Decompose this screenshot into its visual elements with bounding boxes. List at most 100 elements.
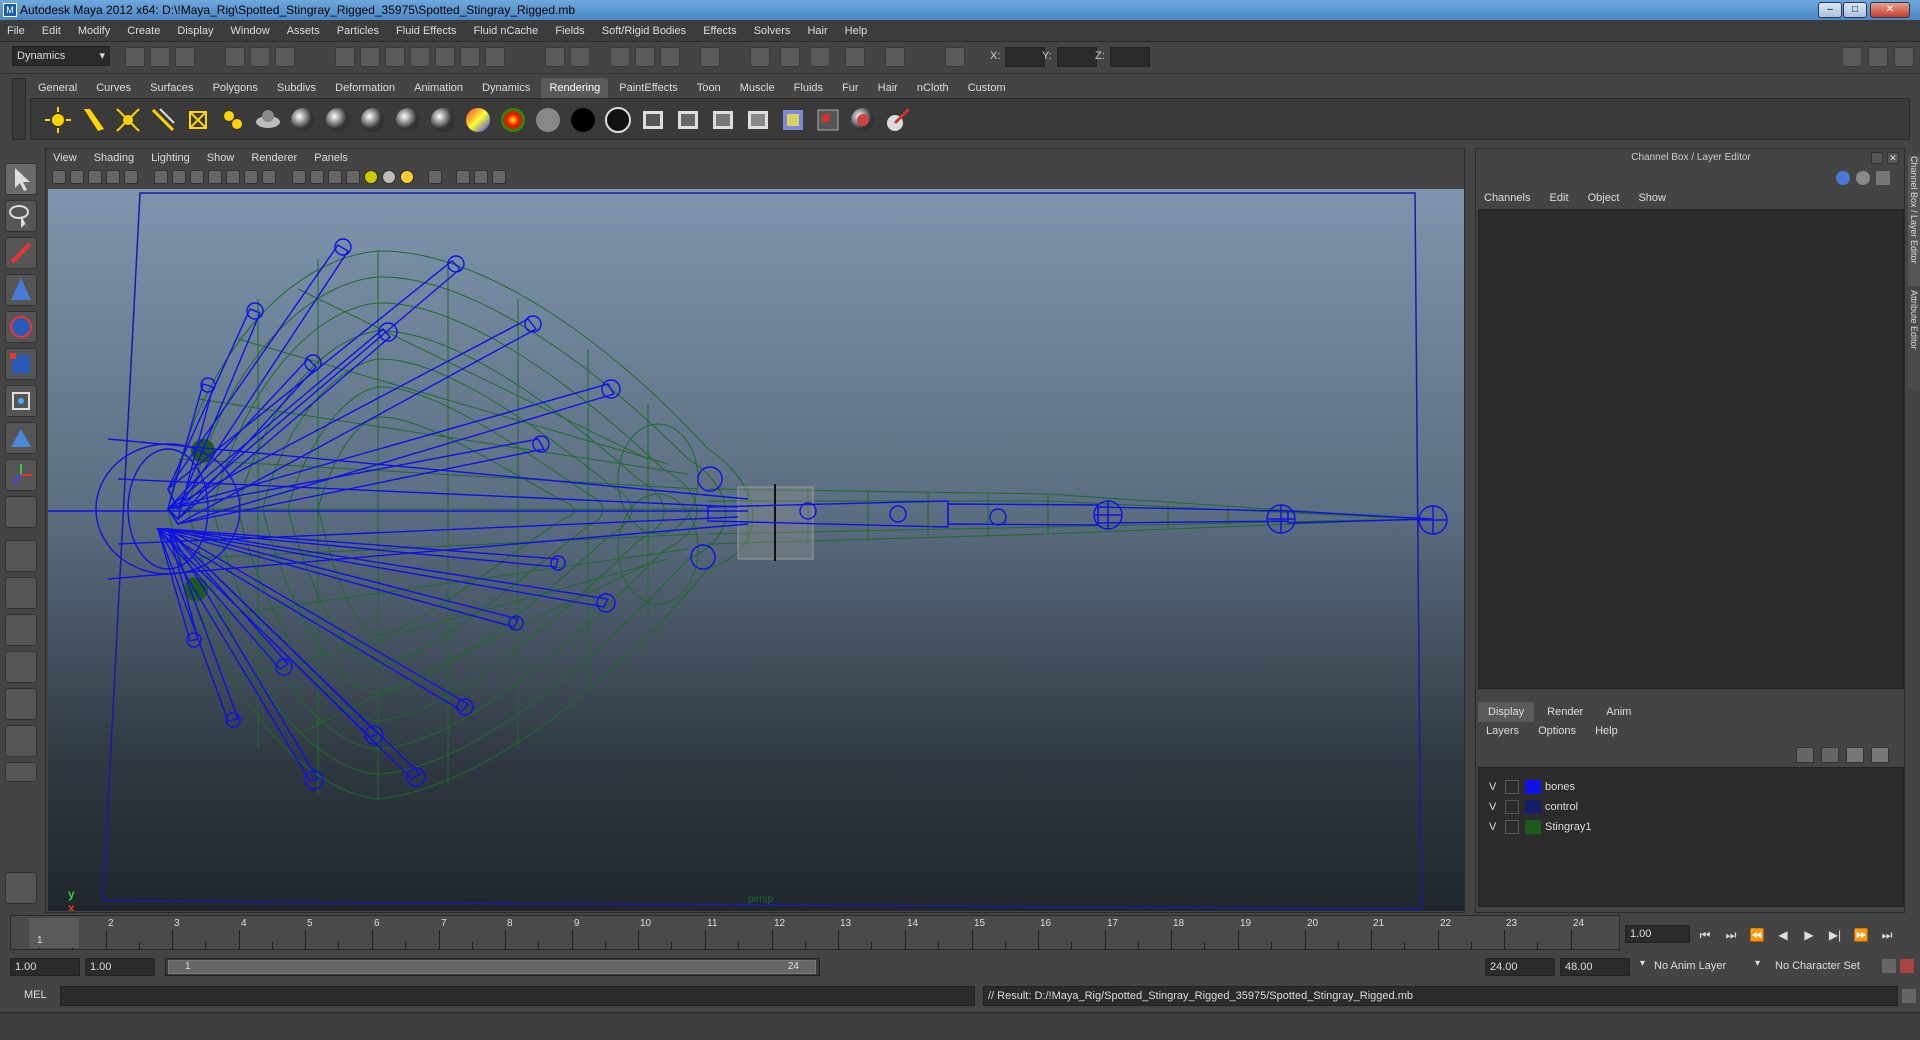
layer-playback-toggle[interactable] <box>1505 820 1519 834</box>
gate-mask-icon[interactable] <box>208 170 222 184</box>
current-frame-marker[interactable]: 1 <box>29 918 79 948</box>
ipr-render-icon[interactable] <box>635 47 655 67</box>
paint-select-tool-icon[interactable] <box>5 237 37 269</box>
layout-more-icon[interactable] <box>5 762 37 782</box>
bookmarks-icon[interactable] <box>88 170 102 184</box>
menu-hair[interactable]: Hair <box>800 20 834 42</box>
vp-menu-view[interactable]: View <box>46 149 84 167</box>
animation-start-field[interactable]: 1.00 <box>10 958 80 976</box>
range-slider-handle[interactable]: 1 24 <box>168 960 816 974</box>
character-set-dropdown[interactable]: ▾ No Character Set <box>1755 958 1880 976</box>
area-light-icon[interactable] <box>113 105 143 135</box>
outliner-icon[interactable] <box>845 47 865 67</box>
batch-render-icon[interactable] <box>708 105 738 135</box>
ambient-light-icon[interactable] <box>218 105 248 135</box>
current-time-field[interactable]: 1.00 <box>1625 925 1690 943</box>
shelf-tab-toon[interactable]: Toon <box>689 78 729 98</box>
render-settings-icon[interactable] <box>813 105 843 135</box>
shelf-tab-fluids[interactable]: Fluids <box>786 78 831 98</box>
shadows-icon[interactable] <box>400 170 414 184</box>
channel-list-area[interactable] <box>1478 209 1904 689</box>
anisotropic-sphere-icon[interactable] <box>393 105 423 135</box>
film-gate-icon[interactable] <box>172 170 186 184</box>
directional-light-icon[interactable] <box>148 105 178 135</box>
make-live-icon[interactable] <box>435 47 455 67</box>
close-button[interactable]: ✕ <box>1870 2 1910 18</box>
new-scene-icon[interactable] <box>125 47 145 67</box>
xray-joints-icon[interactable] <box>474 170 488 184</box>
layer-menu-options[interactable]: Options <box>1530 722 1584 740</box>
maximize-button[interactable]: □ <box>1843 2 1867 18</box>
input-ops-icon[interactable] <box>545 47 565 67</box>
help-icon[interactable] <box>485 47 505 67</box>
playback-end-field[interactable]: 24.00 <box>1485 958 1555 976</box>
layout-graph-persp-icon[interactable] <box>5 651 37 683</box>
field-chart-icon[interactable] <box>226 170 240 184</box>
attribute-editor-icon[interactable] <box>810 47 830 67</box>
layer-color-swatch[interactable] <box>1525 820 1541 834</box>
lasso-tool-icon[interactable] <box>5 200 37 232</box>
cb-menu-edit[interactable]: Edit <box>1542 189 1577 207</box>
history-icon[interactable] <box>460 47 480 67</box>
go-to-end-icon[interactable]: ⏭ <box>1874 925 1900 945</box>
paint-icon[interactable] <box>883 105 913 135</box>
shelf-tab-rendering[interactable]: Rendering <box>541 78 609 98</box>
go-to-start-icon[interactable]: ⏮ <box>1692 925 1718 945</box>
modeling-toolkit-icon[interactable] <box>885 47 905 67</box>
show-hide-attribute-editor-icon[interactable] <box>1868 47 1888 67</box>
close-panel-icon[interactable]: ✕ <box>1887 152 1899 164</box>
phonge-sphere-icon[interactable] <box>358 105 388 135</box>
channel-box-mode-icon[interactable] <box>1836 171 1850 185</box>
use-all-lights-icon[interactable] <box>382 170 396 184</box>
perspective-viewport[interactable]: persp y x <box>48 189 1464 911</box>
layer-visibility-toggle[interactable]: V <box>1489 818 1496 836</box>
snap-point-icon[interactable] <box>385 47 405 67</box>
float-panel-icon[interactable] <box>1871 152 1883 164</box>
menu-window[interactable]: Window <box>224 20 277 42</box>
ramp-shader-icon[interactable] <box>428 105 458 135</box>
use-background-icon[interactable] <box>533 105 563 135</box>
move-tool-icon[interactable] <box>5 274 37 306</box>
select-component-icon[interactable] <box>275 47 295 67</box>
x-coord-field[interactable] <box>1005 47 1045 67</box>
select-tool-icon[interactable] <box>5 163 37 195</box>
maya-app-icon[interactable]: M <box>3 3 17 17</box>
safe-title-icon[interactable] <box>262 170 276 184</box>
grid-icon[interactable] <box>154 170 168 184</box>
shelf-menu-button[interactable] <box>12 78 26 140</box>
menu-edit[interactable]: Edit <box>35 20 68 42</box>
wireframe-icon[interactable] <box>292 170 306 184</box>
shelf-tab-subdivs[interactable]: Subdivs <box>269 78 324 98</box>
show-hide-channel-box-icon[interactable] <box>1842 47 1862 67</box>
menu-particles[interactable]: Particles <box>330 20 386 42</box>
tool-settings-icon[interactable] <box>780 47 800 67</box>
shelf-tab-polygons[interactable]: Polygons <box>205 78 266 98</box>
snap-grid-icon[interactable] <box>335 47 355 67</box>
play-backwards-icon[interactable]: ◀ <box>1770 925 1796 945</box>
z-coord-field[interactable] <box>1110 47 1150 67</box>
shelf-tab-deformation[interactable]: Deformation <box>327 78 403 98</box>
render-icon[interactable] <box>638 105 668 135</box>
move-layer-down-icon[interactable] <box>1821 747 1839 763</box>
shelf-tab-painteffects[interactable]: PaintEffects <box>611 78 686 98</box>
menu-file[interactable]: File <box>0 20 32 42</box>
command-input[interactable] <box>60 986 975 1006</box>
camera-icon[interactable] <box>700 47 720 67</box>
save-scene-icon[interactable] <box>175 47 195 67</box>
backface-culling-icon[interactable] <box>492 170 506 184</box>
play-forwards-icon[interactable]: ▶ <box>1796 925 1822 945</box>
new-layer-selected-icon[interactable] <box>1871 747 1889 763</box>
layer-tab-display[interactable]: Display <box>1478 702 1535 722</box>
layout-hypershade-persp-icon[interactable] <box>5 688 37 720</box>
absolute-transform-icon[interactable] <box>945 47 965 67</box>
wireframe-on-shaded-icon[interactable] <box>328 170 342 184</box>
layer-menu-layers[interactable]: Layers <box>1478 722 1527 740</box>
step-back-key-icon[interactable]: ⏭ <box>1718 925 1744 945</box>
menu-fluid-ncache[interactable]: Fluid nCache <box>466 20 545 42</box>
ipr-render-icon[interactable] <box>673 105 703 135</box>
last-tool-icon[interactable] <box>5 496 37 528</box>
animation-preferences-icon[interactable] <box>1900 959 1914 973</box>
menu-soft-rigid-bodies[interactable]: Soft/Rigid Bodies <box>595 20 693 42</box>
playback-start-field[interactable]: 1.00 <box>85 958 155 976</box>
use-default-lighting-icon[interactable] <box>364 170 378 184</box>
